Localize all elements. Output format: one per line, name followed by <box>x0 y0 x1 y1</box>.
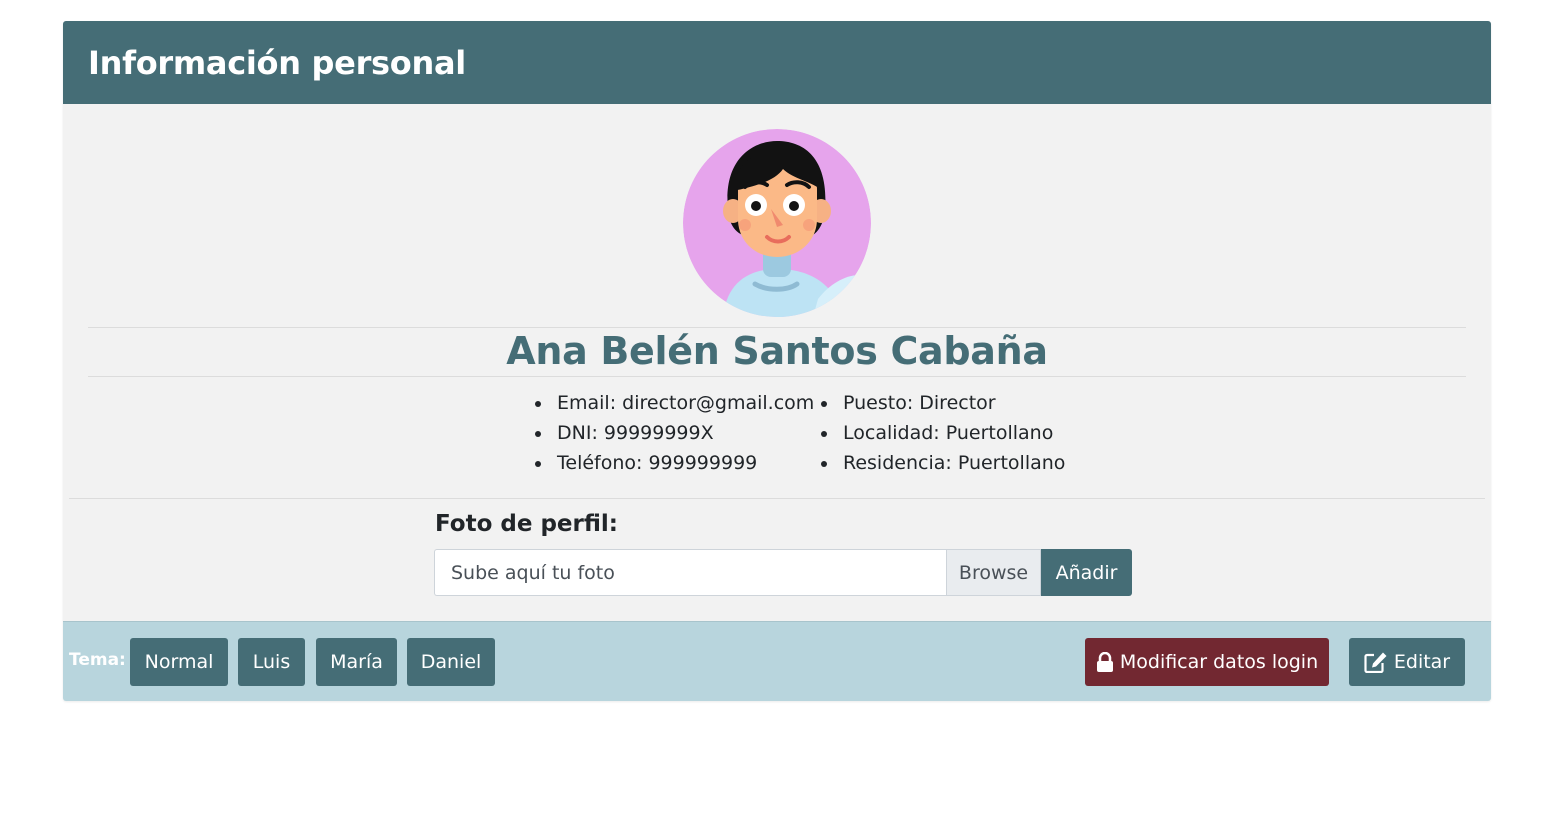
divider <box>88 327 1466 328</box>
job-info-list: Puesto: Director Localidad: Puertollano … <box>821 391 1065 481</box>
info-locality: Localidad: Puertollano <box>821 421 1065 451</box>
edit-button[interactable]: Editar <box>1349 638 1465 686</box>
personal-info-card: Información personal Ana Belén Santos Ca… <box>63 21 1491 701</box>
divider <box>88 376 1466 377</box>
photo-file-input[interactable]: Sube aquí tu foto <box>434 549 946 596</box>
card-header: Información personal <box>63 21 1491 104</box>
info-email: Email: director@gmail.com <box>535 391 814 421</box>
info-position: Puesto: Director <box>821 391 1065 421</box>
lock-icon <box>1096 652 1113 672</box>
theme-normal-button[interactable]: Normal <box>130 638 228 686</box>
divider <box>69 498 1485 499</box>
browse-button[interactable]: Browse <box>946 549 1041 596</box>
info-residence: Residencia: Puertollano <box>821 451 1065 481</box>
info-dni: DNI: 99999999X <box>535 421 814 451</box>
edit-icon <box>1364 652 1387 673</box>
theme-label: Tema: <box>69 650 126 670</box>
card-footer: Tema: Normal Luis María Daniel Modificar… <box>63 621 1491 701</box>
theme-maria-button[interactable]: María <box>316 638 397 686</box>
modify-login-button[interactable]: Modificar datos login <box>1085 638 1329 686</box>
avatar <box>683 129 871 317</box>
theme-luis-button[interactable]: Luis <box>238 638 305 686</box>
user-full-name: Ana Belén Santos Cabaña <box>506 329 1048 373</box>
page-title: Información personal <box>88 43 466 82</box>
theme-daniel-button[interactable]: Daniel <box>407 638 495 686</box>
avatar-illustration <box>683 129 871 317</box>
edit-label: Editar <box>1393 651 1451 673</box>
info-phone: Teléfono: 999999999 <box>535 451 814 481</box>
modify-login-label: Modificar datos login <box>1119 651 1319 673</box>
profile-photo-upload: Sube aquí tu foto Browse Añadir <box>434 549 1132 596</box>
contact-info-list: Email: director@gmail.com DNI: 99999999X… <box>535 391 814 481</box>
profile-photo-label: Foto de perfil: <box>435 511 618 537</box>
add-photo-button[interactable]: Añadir <box>1041 549 1132 596</box>
